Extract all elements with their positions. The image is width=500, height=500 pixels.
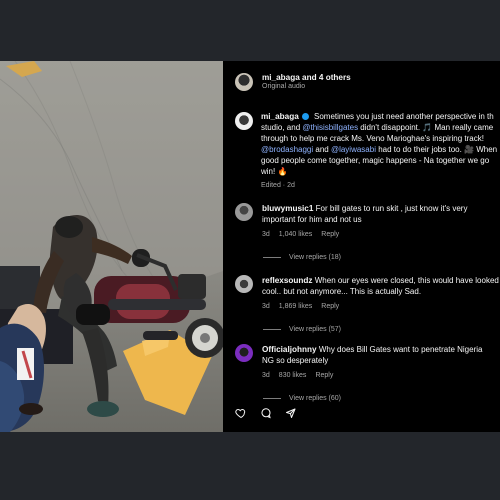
comment-3: Officialjohnny Why does Bill Gates want … [235,344,500,402]
comments-panel: mi_abaga and 4 others Original audio mi_… [223,61,500,432]
caption-segment: didn't disappoint. [358,123,423,132]
comment-likes[interactable]: 830 likes [279,370,307,381]
audio-label[interactable]: Original audio [262,83,351,91]
comment-avatar[interactable] [235,275,253,293]
mention-billgates[interactable]: @thisisbillgates [302,123,358,132]
heart-icon[interactable] [235,407,247,419]
comment-time: 3d [262,303,270,310]
view-replies-label[interactable]: View replies (57) [289,326,341,333]
author-avatar[interactable] [235,73,253,91]
comment-time: 3d [262,372,270,379]
send-icon[interactable] [285,407,297,419]
comment-2: reflexsoundz When our eyes were closed, … [235,275,500,333]
comment-text-extra: NG so desperately [262,356,329,365]
media-image [0,61,223,432]
reply-line-icon [263,328,281,330]
comment-time: 3d [262,231,270,238]
comment-likes[interactable]: 1,040 likes [279,229,312,240]
reply-line-icon [263,256,281,258]
post-media[interactable] [0,61,223,432]
view-replies-label[interactable]: View replies (60) [289,395,341,402]
mention-brodashaggi[interactable]: @brodashaggi [261,145,313,154]
verified-icon [301,113,309,120]
view-replies[interactable]: View replies (57) [263,326,500,333]
caption-avatar[interactable] [235,112,253,130]
reply-button[interactable]: Reply [321,229,339,240]
view-replies[interactable]: View replies (60) [263,395,500,402]
music-emoji: 🎵 [422,123,433,132]
post-viewer: mi_abaga and 4 others Original audio mi_… [0,61,500,432]
action-bar [235,407,297,419]
comment-likes[interactable]: 1,869 likes [279,301,312,312]
comment-username[interactable]: bluwymusic1 [262,204,313,213]
comment-icon[interactable] [260,407,272,419]
caption-segment: and [313,145,331,154]
view-replies[interactable]: View replies (18) [263,254,500,261]
fire-emoji: 🔥 [277,167,288,176]
caption: mi_abaga Sometimes you just need another… [235,111,500,191]
comment-avatar[interactable] [235,344,253,362]
reply-line-icon [263,397,281,399]
caption-segment: had to do their jobs too. [375,145,462,154]
caption-username[interactable]: mi_abaga [261,112,299,121]
post-header: mi_abaga and 4 others Original audio [223,61,500,103]
comment-text: Why does Bill Gates want to penetrate Ni… [316,345,483,354]
comment-username[interactable]: reflexsoundz [262,276,313,285]
post-authors[interactable]: mi_abaga and 4 others [262,73,351,83]
view-replies-label[interactable]: View replies (18) [289,254,341,261]
comment-username[interactable]: Officialjohnny [262,345,317,354]
reply-button[interactable]: Reply [315,370,333,381]
caption-meta: Edited · 2d [261,182,295,189]
reply-button[interactable]: Reply [321,301,339,312]
comment-1: bluwymusic1 For bill gates to run skit ,… [235,203,500,261]
comment-avatar[interactable] [235,203,253,221]
mention-layiwasabi[interactable]: @layiwasabi [331,145,376,154]
